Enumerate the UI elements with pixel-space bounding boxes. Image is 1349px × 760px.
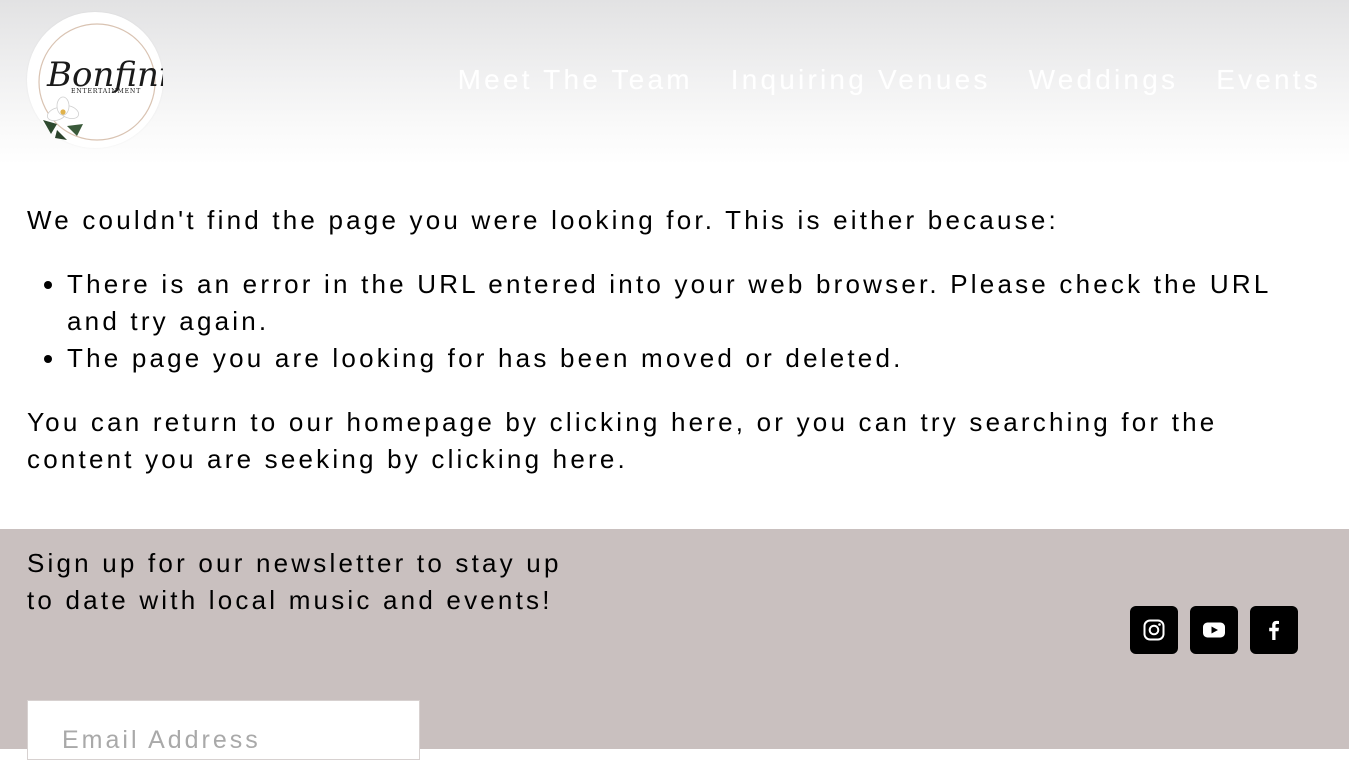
return-text: You can return to our homepage by clicki… [27, 407, 671, 437]
return-text: . [617, 444, 628, 474]
email-field-container [27, 700, 420, 760]
facebook-icon [1269, 620, 1279, 640]
site-footer: Sign up for our newsletter to stay up to… [0, 529, 1349, 760]
newsletter-text: Sign up for our newsletter to stay up to… [27, 548, 562, 615]
nav-meet-the-team[interactable]: Meet The Team [458, 62, 693, 98]
facebook-button[interactable] [1250, 606, 1298, 654]
not-found-intro: We couldn't find the page you were looki… [27, 205, 1059, 235]
youtube-icon [1203, 622, 1225, 638]
site-logo[interactable]: Bonfini ENTERTAINMENT [27, 12, 163, 148]
magnolia-flower-icon [43, 96, 83, 140]
instagram-button[interactable] [1130, 606, 1178, 654]
not-found-content: We couldn't find the page you were looki… [27, 202, 1327, 478]
reason-item: There is an error in the URL entered int… [67, 266, 1327, 340]
return-paragraph: You can return to our homepage by clicki… [27, 404, 1327, 478]
homepage-link[interactable]: here [671, 407, 736, 437]
nav-inquiring-venues[interactable]: Inquiring Venues [731, 62, 991, 98]
instagram-icon [1143, 619, 1165, 641]
nav-events[interactable]: Events [1216, 62, 1321, 98]
youtube-button[interactable] [1190, 606, 1238, 654]
logo-graphic: Bonfini ENTERTAINMENT [38, 23, 163, 141]
nav-weddings[interactable]: Weddings [1029, 62, 1179, 98]
main-nav: Meet The Team Inquiring Venues Weddings … [420, 62, 1321, 98]
reason-item: The page you are looking for has been mo… [67, 340, 1327, 377]
search-link[interactable]: here [553, 444, 618, 474]
site-header: Bonfini ENTERTAINMENT Meet The Team Inqu… [0, 0, 1349, 165]
email-field[interactable] [28, 701, 419, 759]
social-links [1130, 606, 1310, 654]
logo-sub-text: ENTERTAINMENT [71, 88, 141, 95]
reasons-list: There is an error in the URL entered int… [27, 266, 1327, 377]
